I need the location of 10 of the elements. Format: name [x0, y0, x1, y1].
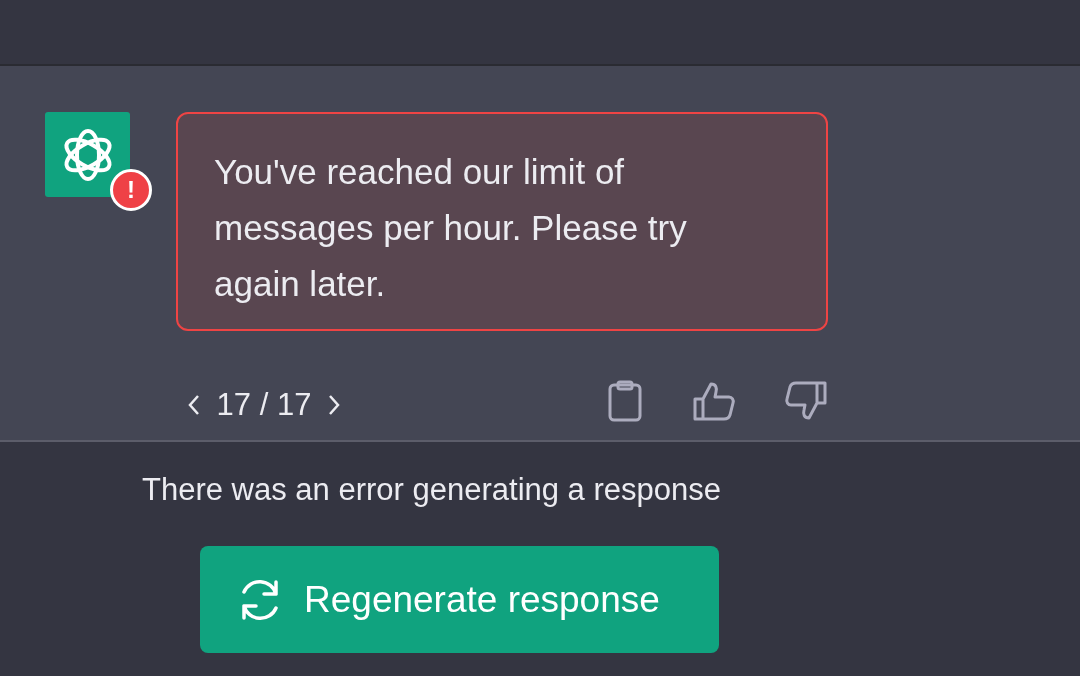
clipboard-icon: [606, 380, 644, 422]
thumbs-up-icon: [692, 381, 736, 421]
page-counter: 17 / 17: [216, 386, 312, 424]
message-text: You've reached our limit of messages per hour. Please try again later.: [214, 151, 688, 305]
regenerate-button[interactable]: Regenerate response: [200, 546, 719, 653]
thumbs-down-icon: [784, 381, 828, 421]
error-badge: !: [110, 169, 152, 211]
chevron-right-icon: [327, 394, 341, 417]
chevron-left-icon: [187, 394, 201, 417]
error-notice: There was an error generating a response: [142, 471, 722, 509]
